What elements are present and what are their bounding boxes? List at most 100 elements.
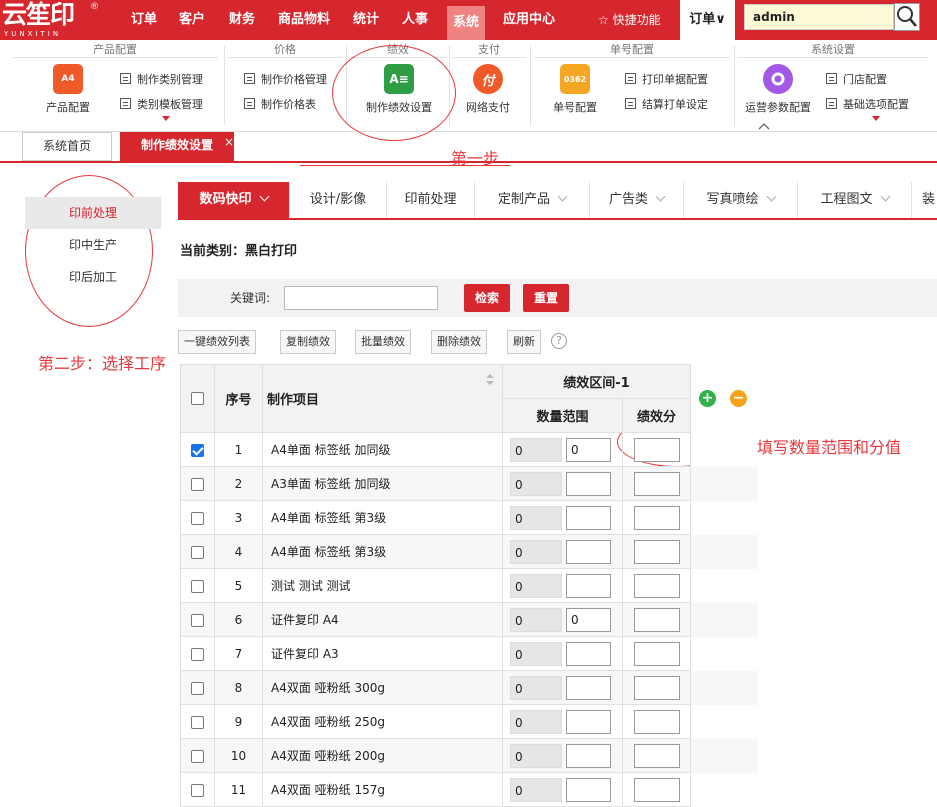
batch-performance-button[interactable]: 批量绩效 — [355, 330, 411, 354]
qty-to-input[interactable]: 0 — [566, 607, 611, 632]
qty-to-input[interactable] — [566, 709, 611, 734]
refresh-button[interactable]: 刷新 — [507, 330, 541, 354]
tab-close-icon[interactable]: × — [224, 136, 234, 148]
row-checkbox[interactable] — [191, 443, 204, 457]
settle-print-button[interactable]: 结算打单设定 — [625, 96, 708, 114]
select-all-checkbox[interactable] — [191, 392, 204, 405]
row-item-name: A4单面 标签纸 第3级 — [262, 534, 503, 569]
dropdown-arrow-icon[interactable] — [872, 116, 880, 121]
qty-to-input[interactable] — [566, 743, 611, 768]
group-performance: 绩效 — [350, 42, 446, 58]
score-input[interactable] — [633, 777, 680, 802]
topnav-item-stats[interactable]: 统计 — [347, 0, 385, 40]
score-input[interactable] — [633, 641, 680, 666]
qty-to-input[interactable]: 0 — [566, 437, 611, 462]
category-tab-custom[interactable]: 定制产品 — [475, 182, 590, 218]
order-number-config-button[interactable]: 0362 单号配置 — [540, 64, 610, 122]
order-select[interactable]: 订单∨ — [680, 0, 735, 40]
row-checkbox[interactable] — [191, 749, 204, 763]
topnav-item-finance[interactable]: 财务 — [223, 0, 261, 40]
row-seq: 4 — [214, 534, 263, 569]
category-tab-more[interactable]: 装 — [912, 182, 937, 218]
keyword-input[interactable] — [284, 286, 438, 310]
score-input[interactable] — [633, 675, 680, 700]
category-tab-design[interactable]: 设计/影像 — [290, 182, 387, 218]
price-table-button[interactable]: 制作价格表 — [244, 96, 316, 114]
base-options-button[interactable]: 基础选项配置 — [826, 96, 909, 114]
score-input[interactable] — [633, 505, 680, 530]
score-input[interactable] — [633, 437, 680, 462]
qty-to-input[interactable] — [566, 777, 611, 802]
net-pay-button[interactable]: 付 网络支付 — [453, 64, 523, 122]
sort-down-icon[interactable] — [486, 381, 494, 385]
add-interval-icon[interactable]: + — [699, 389, 716, 407]
score-input[interactable] — [633, 471, 680, 496]
category-tab-photo[interactable]: 写真喷绘 — [684, 182, 798, 218]
tab-home[interactable]: 系统首页 — [22, 132, 112, 161]
row-checkbox[interactable] — [191, 613, 204, 627]
delete-performance-button[interactable]: 删除绩效 — [431, 330, 487, 354]
row-checkbox[interactable] — [191, 545, 204, 559]
category-manage-button[interactable]: 制作类别管理 — [120, 71, 203, 89]
score-input[interactable] — [633, 607, 680, 632]
product-config-button[interactable]: A4 产品配置 — [33, 64, 103, 122]
qty-to-input[interactable] — [566, 675, 611, 700]
qty-to-input[interactable] — [566, 641, 611, 666]
one-click-performance-button[interactable]: 一键绩效列表 — [178, 330, 256, 354]
topnav-item-products[interactable]: 商品物料 — [272, 0, 336, 40]
search-icon — [897, 6, 917, 27]
top-search-input[interactable]: admin — [744, 4, 894, 30]
top-nav: 云笙印 ® YUNXITIN 订单 客户 财务 商品物料 统计 人事 系统 应用… — [0, 0, 937, 40]
dropdown-arrow-icon[interactable] — [162, 116, 170, 121]
topnav-item-orders[interactable]: 订单 — [125, 0, 163, 40]
topnav-item-customers[interactable]: 客户 — [173, 0, 211, 40]
topnav-item-app-center[interactable]: 应用中心 — [497, 0, 561, 40]
sort-up-icon[interactable] — [486, 374, 494, 378]
row-checkbox[interactable] — [191, 579, 204, 593]
topnav-item-system[interactable]: 系统 — [447, 6, 486, 40]
process-item-prepress[interactable]: 印前处理 — [25, 197, 161, 229]
print-doc-config-button[interactable]: 打印单据配置 — [625, 71, 708, 89]
category-tab-advert[interactable]: 广告类 — [590, 182, 684, 218]
process-item-production[interactable]: 印中生产 — [25, 229, 161, 261]
topnav-item-hr[interactable]: 人事 — [396, 0, 434, 40]
tab-performance-setting[interactable]: 制作绩效设置 — [120, 132, 234, 161]
header-select-all[interactable] — [180, 364, 215, 433]
row-checkbox[interactable] — [191, 715, 204, 729]
row-item-name: A4双面 哑粉纸 200g — [262, 738, 503, 773]
ops-params-button[interactable]: 运营参数配置 — [736, 64, 820, 122]
row-checkbox[interactable] — [191, 647, 204, 661]
price-manage-button[interactable]: 制作价格管理 — [244, 71, 327, 89]
store-config-button[interactable]: 门店配置 — [826, 71, 887, 89]
row-checkbox[interactable] — [191, 511, 204, 525]
qty-to-input[interactable] — [566, 471, 611, 496]
row-select-cell — [180, 704, 215, 739]
category-tab-digital[interactable]: 数码快印 — [178, 182, 290, 218]
score-input[interactable] — [633, 743, 680, 768]
reset-button[interactable]: 重置 — [523, 284, 569, 312]
process-item-postpress[interactable]: 印后加工 — [25, 261, 161, 293]
score-input[interactable] — [633, 573, 680, 598]
score-input[interactable] — [633, 709, 680, 734]
row-qty-range: 0 — [502, 670, 623, 705]
table-row: 7 证件复印 A3 0 — [180, 636, 757, 671]
collapse-ribbon-icon[interactable] — [758, 122, 770, 130]
category-tab-prepress[interactable]: 印前处理 — [387, 182, 475, 218]
remove-interval-icon[interactable]: − — [730, 389, 747, 407]
header-item[interactable]: 制作项目 — [262, 364, 503, 433]
qty-to-input[interactable] — [566, 505, 611, 530]
top-search-button[interactable] — [894, 3, 920, 31]
qty-to-input[interactable] — [566, 539, 611, 564]
quick-functions[interactable]: ☆ 快捷功能 — [598, 0, 661, 40]
row-checkbox[interactable] — [191, 681, 204, 695]
score-input[interactable] — [633, 539, 680, 564]
row-checkbox[interactable] — [191, 477, 204, 491]
row-checkbox[interactable] — [191, 783, 204, 797]
category-tab-engineering[interactable]: 工程图文 — [798, 182, 912, 218]
performance-setting-button[interactable]: A≡ 制作绩效设置 — [362, 64, 436, 122]
help-icon[interactable]: ? — [551, 333, 567, 349]
qty-to-input[interactable] — [566, 573, 611, 598]
category-template-button[interactable]: 类别模板管理 — [120, 96, 203, 114]
copy-performance-button[interactable]: 复制绩效 — [280, 330, 336, 354]
search-button[interactable]: 检索 — [464, 284, 510, 312]
